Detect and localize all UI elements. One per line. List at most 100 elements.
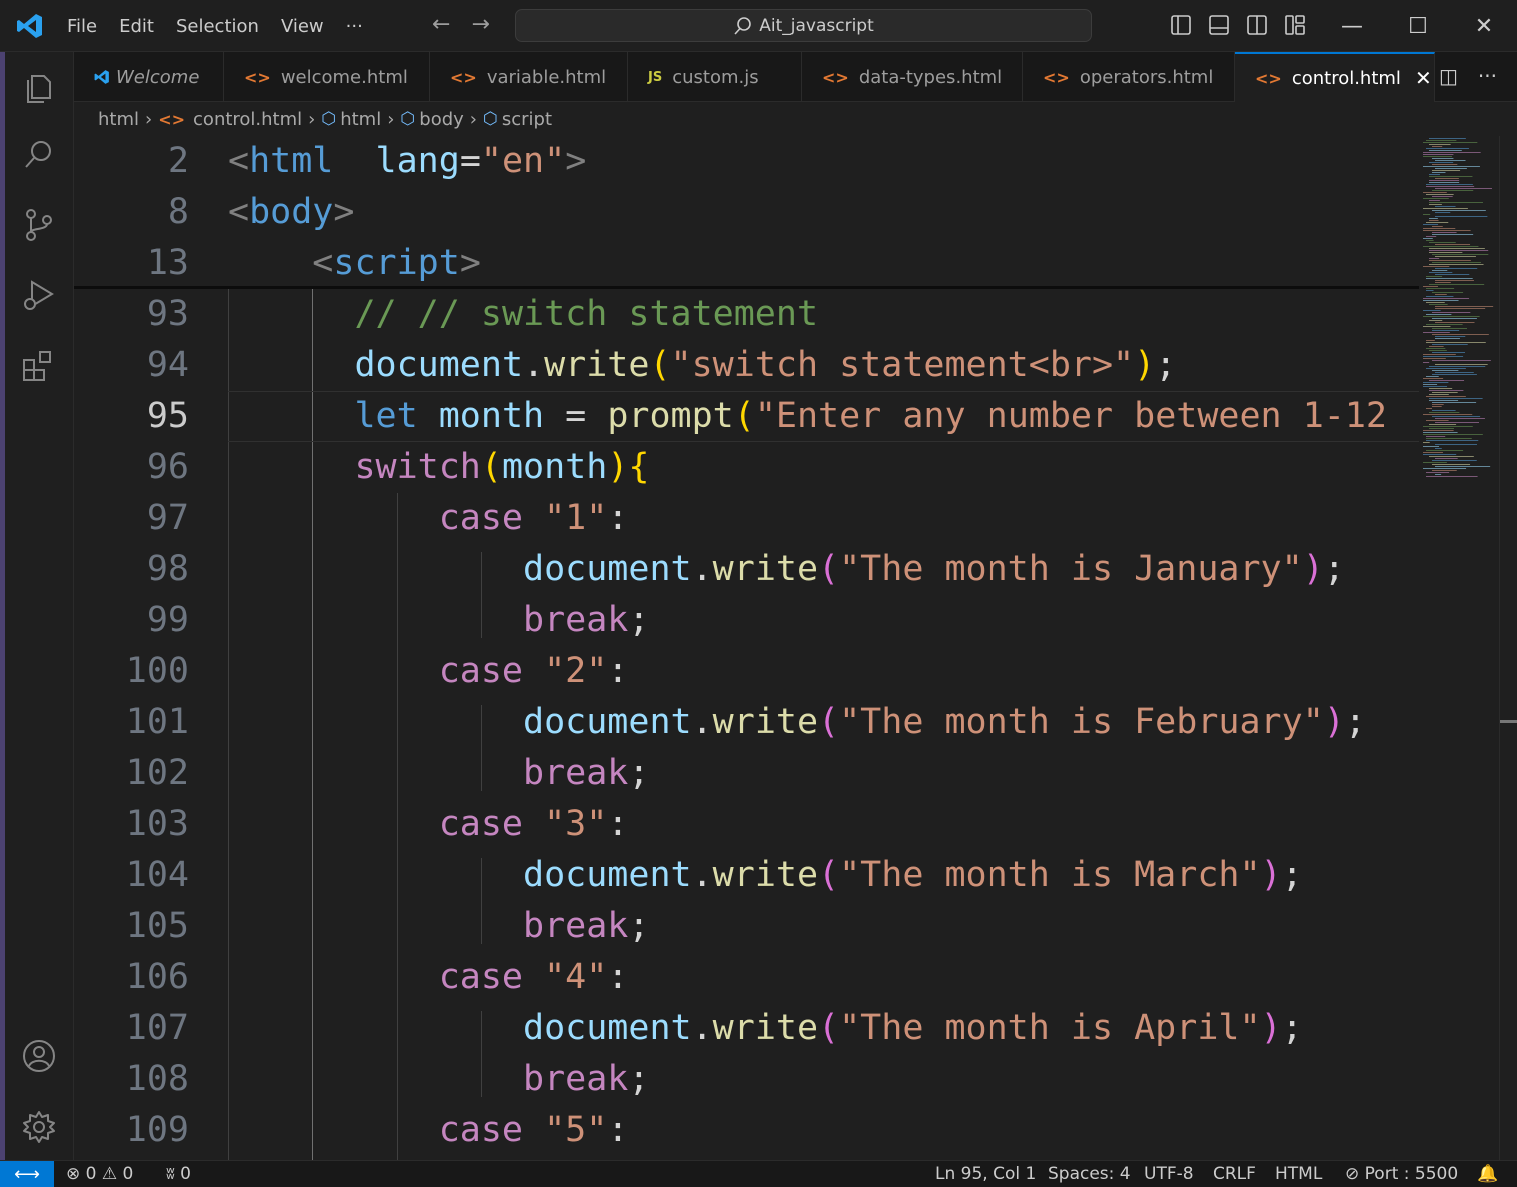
remote-indicator-icon[interactable]: ⟷	[0, 1161, 54, 1187]
extensions-icon[interactable]	[20, 348, 58, 386]
indentation-indicator[interactable]: Spaces: 4	[1048, 1164, 1131, 1184]
cursor-position[interactable]: Ln 95, Col 1	[935, 1164, 1036, 1184]
breadcrumb-file[interactable]: <> control.html	[158, 109, 302, 130]
settings-gear-icon[interactable]	[20, 1108, 58, 1146]
more-actions-icon[interactable]: ···	[1478, 64, 1497, 88]
breadcrumb-folder[interactable]: html	[98, 109, 139, 130]
code-line[interactable]: 95 let month = prompt("Enter any number …	[74, 391, 1419, 442]
code-token: :	[607, 651, 629, 691]
minimap-line	[1423, 310, 1441, 311]
code-line[interactable]: 98 document.write("The month is January"…	[74, 544, 1419, 595]
explorer-icon[interactable]	[20, 68, 58, 106]
code-line[interactable]: 93 // // switch statement	[74, 289, 1419, 340]
code-token: html	[249, 141, 334, 181]
customize-layout-icon[interactable]	[1284, 14, 1306, 36]
sticky-code-line[interactable]: 2 <html lang="en">	[74, 136, 1419, 187]
toggle-primary-sidebar-icon[interactable]	[1170, 14, 1192, 36]
vscode-logo-icon[interactable]	[16, 12, 44, 40]
code-editor[interactable]: 93 // // switch statement 94 document.wri…	[74, 136, 1419, 1160]
vertical-scrollbar[interactable]	[1499, 136, 1517, 1160]
close-window-button[interactable]: ✕	[1451, 0, 1517, 52]
maximize-button[interactable]: ☐	[1385, 0, 1451, 52]
command-center-search[interactable]: Ait_javascript	[515, 9, 1092, 42]
code-line[interactable]: 99 break;	[74, 595, 1419, 646]
minimize-button[interactable]: —	[1319, 0, 1385, 52]
minimap-line	[1432, 344, 1468, 345]
run-debug-icon[interactable]	[20, 276, 58, 314]
line-number: 96	[146, 447, 189, 487]
code-line[interactable]: 103 case "3":	[74, 799, 1419, 850]
tab-custom-js[interactable]: JS custom.js	[628, 52, 802, 102]
minimap-line	[1426, 420, 1449, 421]
code-line[interactable]: 96 switch(month){	[74, 442, 1419, 493]
code-line[interactable]: 107 document.write("The month is April")…	[74, 1003, 1419, 1054]
minimap-line	[1423, 192, 1447, 193]
minimap-line	[1432, 352, 1466, 353]
minimap-line	[1423, 238, 1433, 239]
tab-data-types-html[interactable]: <> data-types.html	[802, 52, 1023, 102]
encoding-indicator[interactable]: UTF-8	[1144, 1164, 1194, 1184]
notifications-bell-icon[interactable]: 🔔	[1477, 1164, 1498, 1184]
toggle-secondary-sidebar-icon[interactable]	[1246, 14, 1268, 36]
source-control-icon[interactable]	[20, 206, 58, 244]
minimap-line	[1426, 184, 1473, 185]
code-line[interactable]: 101 document.write("The month is Februar…	[74, 697, 1419, 748]
minimap-line	[1423, 468, 1467, 469]
code-token: (	[649, 345, 671, 385]
menu-file[interactable]: File	[56, 16, 108, 37]
code-line[interactable]: 108 break;	[74, 1054, 1419, 1105]
tab-variable-html[interactable]: <> variable.html	[430, 52, 628, 102]
minimap[interactable]	[1419, 136, 1499, 1160]
breadcrumb-symbol-body[interactable]: ⬡ body	[400, 109, 463, 130]
split-editor-icon[interactable]: ◫	[1439, 64, 1458, 88]
live-server-port[interactable]: ⊘ Port : 5500	[1345, 1164, 1458, 1184]
menu-selection[interactable]: Selection	[165, 16, 270, 37]
tab-welcome[interactable]: Welcome	[74, 52, 224, 102]
toggle-panel-icon[interactable]	[1208, 14, 1230, 36]
code-line[interactable]: 97 case "1":	[74, 493, 1419, 544]
eol-indicator[interactable]: CRLF	[1213, 1164, 1256, 1184]
line-content: switch(month){	[228, 442, 649, 493]
breadcrumb-symbol-html[interactable]: ⬡ html	[321, 109, 381, 130]
tab-operators-html[interactable]: <> operators.html	[1023, 52, 1235, 102]
minimap-line	[1429, 204, 1442, 205]
code-line[interactable]: 94 document.write("switch statement<br>"…	[74, 340, 1419, 391]
code-token: ;	[1344, 702, 1366, 742]
minimap-line	[1429, 258, 1440, 259]
code-token: case	[438, 651, 524, 691]
language-mode[interactable]: HTML	[1275, 1164, 1322, 1184]
line-content: <script>	[228, 238, 481, 289]
line-number: 107	[125, 1008, 189, 1048]
search-icon[interactable]	[20, 136, 58, 174]
line-number: 101	[125, 702, 189, 742]
code-line[interactable]: 100 case "2":	[74, 646, 1419, 697]
sticky-code-line[interactable]: 13 <script>	[74, 238, 1419, 289]
problems-indicator[interactable]: ⊗ 0 ⚠ 0	[66, 1164, 133, 1184]
ports-indicator[interactable]: ʬ 0	[166, 1164, 191, 1184]
minimap-line	[1423, 356, 1464, 357]
minimap-line	[1423, 198, 1449, 199]
tab-welcome-html[interactable]: <> welcome.html	[224, 52, 430, 102]
minimap-line	[1423, 434, 1483, 435]
code-line[interactable]: 106 case "4":	[74, 952, 1419, 1003]
minimap-line	[1435, 336, 1466, 337]
accounts-icon[interactable]	[20, 1037, 58, 1075]
menu-edit[interactable]: Edit	[108, 16, 165, 37]
menu-view[interactable]: View	[270, 16, 335, 37]
forward-arrow-icon[interactable]: →	[471, 12, 489, 37]
code-line[interactable]: 105 break;	[74, 901, 1419, 952]
back-arrow-icon[interactable]: ←	[432, 12, 450, 37]
minimap-line	[1432, 392, 1458, 393]
minimap-line	[1423, 362, 1430, 363]
menu-more[interactable]: ···	[335, 16, 374, 37]
code-line[interactable]: 102 break;	[74, 748, 1419, 799]
code-line[interactable]: 104 document.write("The month is March")…	[74, 850, 1419, 901]
code-token: case	[438, 1110, 524, 1150]
code-line[interactable]: 109 case "5":	[74, 1105, 1419, 1156]
sticky-code-line[interactable]: 8 <body>	[74, 187, 1419, 238]
tab-control-html[interactable]: <> control.html ✕	[1235, 52, 1435, 102]
breadcrumb-symbol-script[interactable]: ⬡ script	[483, 109, 552, 130]
minimap-line	[1432, 334, 1489, 335]
minimap-line	[1426, 476, 1478, 477]
